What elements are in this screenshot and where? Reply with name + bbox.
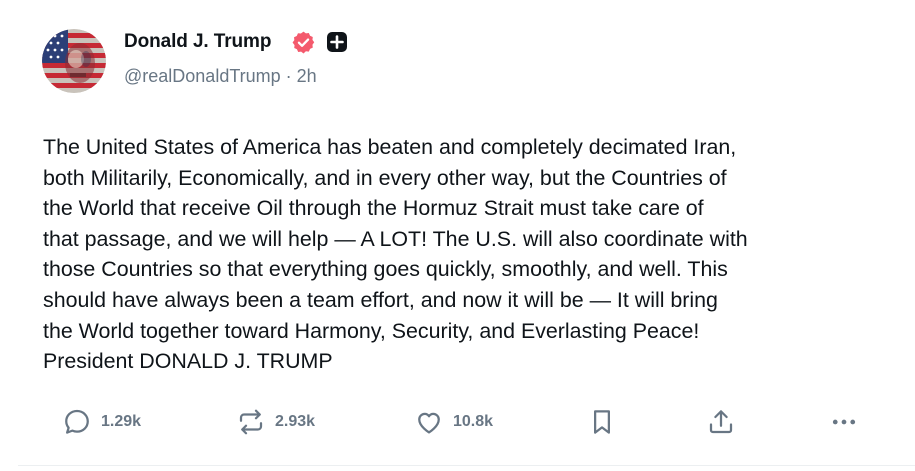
like-count: 10.8k	[453, 413, 494, 430]
more-icon	[832, 419, 856, 425]
handle-row: @realDonaldTrump · 2h	[124, 66, 317, 87]
separator: ·	[285, 66, 292, 86]
repost-icon	[239, 409, 263, 435]
post-line: President DONALD J. TRUMP	[43, 349, 333, 374]
post-card: Donald J. Trump @realDonaldTrump · 2h The …	[0, 0, 915, 471]
divider	[18, 465, 915, 466]
display-name[interactable]: Donald J. Trump	[124, 31, 271, 53]
post-line: those Countries so that everything goes …	[43, 257, 728, 282]
bookmark-icon	[594, 410, 610, 434]
verified-badge-icon	[291, 30, 316, 55]
action-bar: 1.29k 2.93k 10.8k	[0, 402, 915, 442]
reply-button[interactable]: 1.29k	[62, 402, 141, 442]
repost-button[interactable]: 2.93k	[236, 402, 315, 442]
reply-count: 1.29k	[101, 413, 142, 430]
repost-count: 2.93k	[275, 413, 316, 430]
plus-badge-icon	[326, 31, 348, 53]
more-button[interactable]	[829, 402, 859, 442]
post-line: the World that receive Oil through the H…	[43, 196, 704, 221]
heart-icon	[418, 412, 440, 434]
post-line: that passage, and we will help — A LOT! …	[43, 226, 748, 251]
handle[interactable]: @realDonaldTrump	[124, 66, 281, 86]
post-line: The United States of America has beaten …	[43, 135, 737, 159]
share-button[interactable]	[706, 402, 736, 442]
post-line: should have always been a team effort, a…	[43, 287, 718, 312]
post-line: both Militarily, Economically, and in ev…	[43, 165, 727, 190]
avatar[interactable]	[42, 29, 106, 93]
like-button[interactable]: 10.8k	[414, 402, 493, 442]
reply-icon	[65, 409, 89, 434]
timestamp[interactable]: 2h	[297, 66, 317, 86]
post-line: the World together toward Harmony, Secur…	[43, 318, 700, 343]
post-body: The United States of America has beaten …	[43, 132, 893, 377]
share-icon	[709, 410, 733, 434]
bookmark-button[interactable]	[589, 402, 615, 442]
